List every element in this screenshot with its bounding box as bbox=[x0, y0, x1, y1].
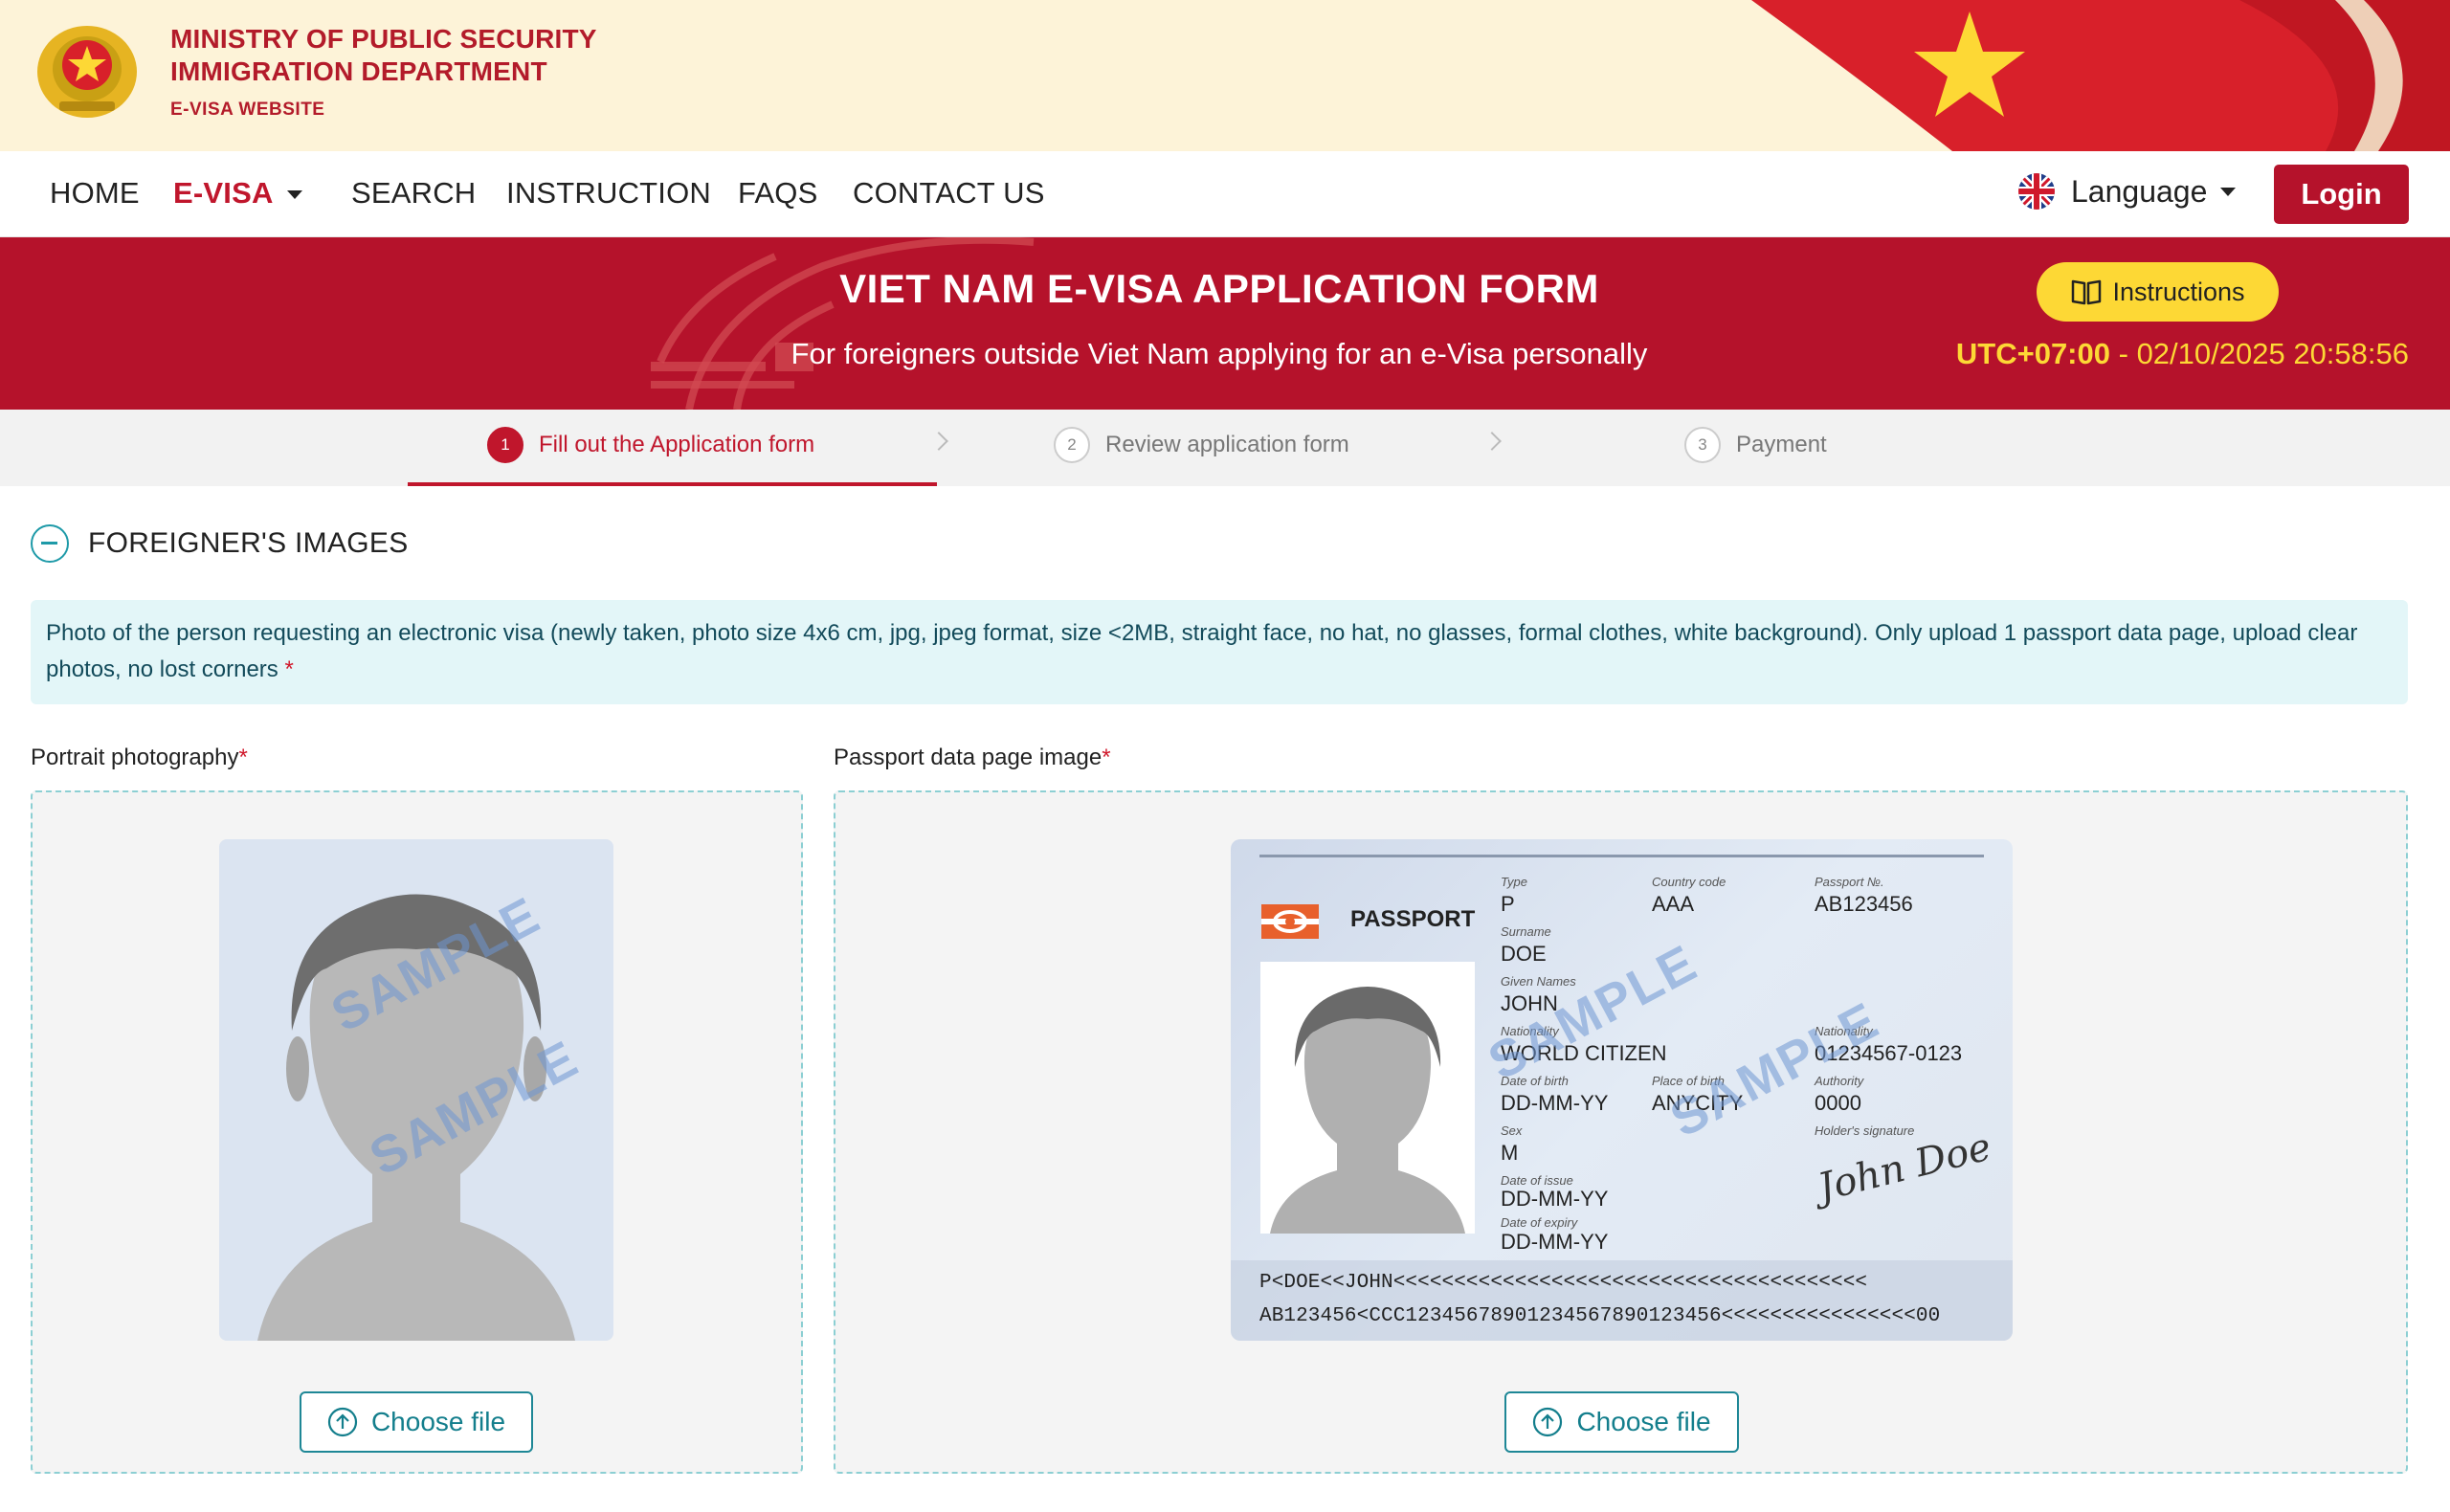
department-name: IMMIGRATION DEPARTMENT bbox=[170, 56, 547, 86]
chevron-right-icon bbox=[1482, 432, 1502, 451]
main-nav: HOME E-VISA SEARCH INSTRUCTION FAQS CONT… bbox=[0, 151, 2450, 237]
passport-top-rule bbox=[1259, 855, 1984, 857]
nav-item-contact-us[interactable]: CONTACT US bbox=[853, 176, 1045, 211]
caret-down-icon bbox=[286, 190, 302, 200]
instructions-button[interactable]: Instructions bbox=[2037, 262, 2279, 322]
chevron-right-icon bbox=[929, 432, 948, 451]
passport-number-value: AB123456 bbox=[1815, 892, 1913, 916]
site-header: MINISTRY OF PUBLIC SECURITY IMMIGRATION … bbox=[0, 0, 2450, 151]
choose-file-label: Choose file bbox=[370, 1407, 506, 1436]
step-review[interactable]: 2 Review application form bbox=[1054, 427, 1349, 463]
vietnam-flag-decoration bbox=[1751, 0, 2450, 151]
passport-chip-icon bbox=[1261, 904, 1319, 939]
site-brand[interactable]: MINISTRY OF PUBLIC SECURITY IMMIGRATION … bbox=[31, 21, 597, 122]
surname-value: DOE bbox=[1501, 942, 1547, 966]
required-asterisk: * bbox=[284, 656, 294, 682]
step-label: Review application form bbox=[1105, 432, 1349, 457]
photo-requirements-notice: Photo of the person requesting an electr… bbox=[31, 600, 2408, 704]
required-asterisk: * bbox=[238, 745, 248, 770]
uk-flag-icon bbox=[2018, 173, 2055, 210]
portrait-label: Portrait photography* bbox=[31, 745, 248, 771]
server-clock: UTC+07:00 - 02/10/2025 20:58:56 bbox=[1956, 337, 2409, 371]
login-button[interactable]: Login bbox=[2274, 165, 2409, 224]
given-names-label: Given Names bbox=[1501, 974, 1576, 989]
step-number: 3 bbox=[1684, 427, 1721, 463]
book-icon bbox=[2072, 279, 2102, 305]
nav-item-home[interactable]: HOME bbox=[50, 176, 140, 211]
upload-arrow-icon bbox=[1533, 1407, 1563, 1437]
portrait-label-text: Portrait photography bbox=[31, 745, 239, 770]
progress-steps: 1 Fill out the Application form 2 Review… bbox=[0, 410, 2450, 486]
sex-value: M bbox=[1501, 1141, 1519, 1165]
choose-file-label: Choose file bbox=[1576, 1407, 1711, 1436]
step-label: Payment bbox=[1736, 432, 1827, 457]
person-silhouette-icon bbox=[1270, 987, 1465, 1234]
drum-pattern-decoration bbox=[651, 237, 1035, 410]
passport-choose-file-button[interactable]: Choose file bbox=[1504, 1391, 1739, 1453]
portrait-choose-file-button[interactable]: Choose file bbox=[300, 1391, 533, 1453]
expiry-date-value: DD-MM-YY bbox=[1501, 1230, 1609, 1254]
nav-item-search[interactable]: SEARCH bbox=[351, 176, 476, 211]
issue-date-label: Date of issue bbox=[1501, 1173, 1573, 1188]
issue-date-value: DD-MM-YY bbox=[1501, 1187, 1609, 1211]
upload-arrow-icon bbox=[327, 1407, 358, 1437]
nav-item-faqs[interactable]: FAQS bbox=[738, 176, 818, 211]
step-number: 1 bbox=[487, 427, 523, 463]
portrait-sample-image: SAMPLE SAMPLE bbox=[219, 839, 613, 1341]
surname-label: Surname bbox=[1501, 924, 1551, 939]
passport-title: PASSPORT bbox=[1350, 906, 1476, 932]
datetime: 02/10/2025 20:58:56 bbox=[2136, 337, 2409, 370]
clock-separator: - bbox=[2110, 337, 2137, 370]
caret-down-icon bbox=[2220, 187, 2237, 196]
active-step-indicator bbox=[408, 482, 937, 486]
national-emblem-icon bbox=[37, 26, 137, 118]
mrz-line-2: AB123456<CCC12345678901234567890123456<<… bbox=[1259, 1305, 1941, 1327]
nav-item-evisa-label: E-VISA bbox=[173, 176, 274, 210]
required-asterisk: * bbox=[1102, 745, 1111, 770]
instructions-label: Instructions bbox=[2112, 277, 2245, 306]
dob-value: DD-MM-YY bbox=[1501, 1091, 1609, 1115]
step-fill-form[interactable]: 1 Fill out the Application form bbox=[487, 427, 814, 463]
authority-value: 0000 bbox=[1815, 1091, 1861, 1115]
ministry-name: MINISTRY OF PUBLIC SECURITY bbox=[170, 24, 597, 54]
passport-number-label: Passport №. bbox=[1815, 875, 1884, 889]
language-label: Language bbox=[2071, 173, 2208, 209]
country-code-label: Country code bbox=[1652, 875, 1726, 889]
nav-item-evisa[interactable]: E-VISA bbox=[173, 176, 302, 211]
nav-item-instruction[interactable]: INSTRUCTION bbox=[506, 176, 711, 211]
section-title: FOREIGNER'S IMAGES bbox=[88, 527, 409, 559]
passport-sample-image: PASSPORT Type P Country code AAA Passpor… bbox=[1231, 839, 2013, 1341]
type-value: P bbox=[1501, 892, 1515, 916]
section-header[interactable]: FOREIGNER'S IMAGES bbox=[31, 524, 409, 563]
step-label: Fill out the Application form bbox=[539, 432, 815, 457]
timezone: UTC+07:00 bbox=[1955, 337, 2110, 370]
signature-label: Holder's signature bbox=[1815, 1123, 1915, 1138]
passport-photo-frame bbox=[1260, 962, 1475, 1234]
expiry-date-label: Date of expiry bbox=[1501, 1215, 1578, 1230]
type-label: Type bbox=[1501, 875, 1527, 889]
mrz-line-1: P<DOE<<JOHN<<<<<<<<<<<<<<<<<<<<<<<<<<<<<… bbox=[1259, 1272, 1868, 1294]
passport-label-text: Passport data page image bbox=[834, 745, 1102, 770]
country-code-value: AAA bbox=[1652, 892, 1695, 916]
language-selector[interactable]: Language bbox=[2017, 172, 2237, 211]
sex-label: Sex bbox=[1501, 1123, 1523, 1138]
website-name: E-VISA WEBSITE bbox=[170, 100, 325, 120]
notice-text: Photo of the person requesting an electr… bbox=[46, 620, 2358, 682]
passport-label: Passport data page image* bbox=[834, 745, 1111, 771]
step-number: 2 bbox=[1054, 427, 1090, 463]
step-payment[interactable]: 3 Payment bbox=[1684, 427, 1827, 463]
form-banner: VIET NAM E-VISA APPLICATION FORM For for… bbox=[0, 237, 2450, 410]
collapse-minus-icon[interactable] bbox=[31, 524, 69, 563]
